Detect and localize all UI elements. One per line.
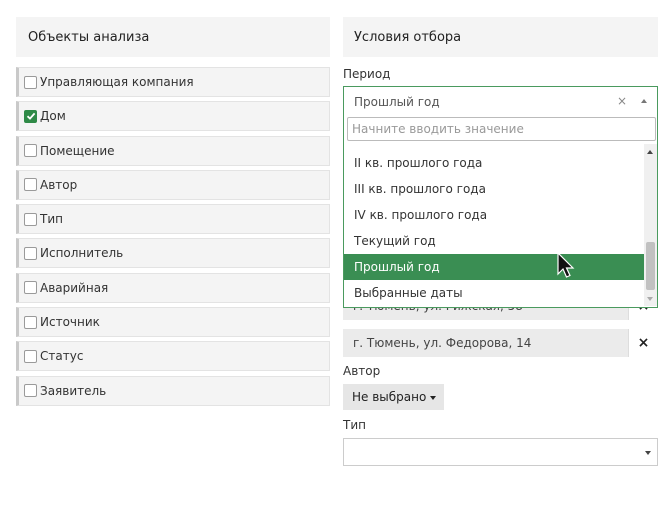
period-option[interactable]: III кв. прошлого года — [344, 176, 644, 202]
checkbox[interactable] — [24, 246, 37, 260]
object-item-label: Аварийная — [40, 280, 109, 295]
analysis-objects-panel: Объекты анализа Управляющая компания Дом… — [16, 17, 330, 410]
period-label: Период — [343, 67, 391, 81]
object-item-label: Заявитель — [40, 383, 107, 398]
analysis-objects-list: Управляющая компания Дом Помещение Автор… — [16, 67, 330, 406]
scroll-up-arrow-icon[interactable] — [647, 150, 653, 154]
period-option[interactable]: Прошлый год — [344, 254, 644, 280]
checkbox[interactable] — [24, 384, 37, 398]
object-item-executor[interactable]: Исполнитель — [16, 238, 330, 269]
object-item-applicant[interactable]: Заявитель — [16, 375, 330, 406]
filter-conditions-panel: Условия отбора Период Прошлый год × II к… — [343, 17, 658, 466]
analysis-objects-title: Объекты анализа — [16, 17, 330, 57]
period-option[interactable]: Текущий год — [344, 228, 644, 254]
checkbox[interactable] — [24, 315, 37, 329]
object-item-status[interactable]: Статус — [16, 341, 330, 372]
object-item-source[interactable]: Источник — [16, 307, 330, 338]
period-dropdown: II кв. прошлого года III кв. прошлого го… — [343, 116, 658, 308]
object-item-emergency[interactable]: Аварийная — [16, 272, 330, 303]
remove-house-button[interactable]: × — [628, 329, 658, 357]
chevron-down-icon[interactable] — [645, 451, 651, 455]
object-item-house[interactable]: Дом — [16, 101, 330, 132]
checkbox[interactable] — [24, 178, 37, 192]
period-option[interactable]: II кв. прошлого года — [344, 150, 644, 176]
object-item-label: Управляющая компания — [40, 75, 194, 89]
period-option[interactable]: IV кв. прошлого года — [344, 202, 644, 228]
mouse-cursor-icon — [557, 252, 575, 278]
object-item-author[interactable]: Автор — [16, 169, 330, 200]
chevron-up-icon[interactable] — [641, 99, 647, 103]
clear-icon[interactable]: × — [617, 94, 627, 108]
selected-house-address: г. Тюмень, ул. Федорова, 14 — [353, 336, 532, 350]
checkbox[interactable] — [24, 109, 37, 123]
object-item-label: Автор — [40, 177, 78, 192]
object-item-management-company[interactable]: Управляющая компания — [16, 67, 330, 97]
type-label: Тип — [343, 418, 366, 432]
checkbox[interactable] — [24, 75, 37, 89]
period-search-input[interactable] — [347, 117, 656, 141]
checkbox[interactable] — [24, 281, 37, 295]
period-options-list: II кв. прошлого года III кв. прошлого го… — [344, 150, 644, 306]
author-button-label: Не выбрано — [352, 390, 427, 404]
object-item-label: Помещение — [40, 143, 115, 158]
object-item-label: Тип — [40, 212, 63, 227]
object-item-label: Дом — [40, 109, 66, 124]
object-item-type[interactable]: Тип — [16, 204, 330, 235]
period-selected-value: Прошлый год — [354, 94, 440, 109]
period-select[interactable]: Прошлый год × — [343, 86, 658, 116]
check-icon — [26, 113, 35, 121]
scroll-down-arrow-icon[interactable] — [647, 297, 653, 301]
object-item-label: Исполнитель — [40, 246, 124, 261]
object-item-label: Источник — [40, 315, 100, 330]
scrollbar-thumb[interactable] — [646, 242, 655, 290]
selected-house-tag: г. Тюмень, ул. Федорова, 14 × — [343, 329, 658, 357]
filter-conditions-title: Условия отбора — [343, 17, 658, 57]
checkbox[interactable] — [24, 212, 37, 226]
author-select-button[interactable]: Не выбрано — [343, 384, 444, 410]
checkbox[interactable] — [24, 144, 37, 158]
caret-down-icon — [430, 395, 437, 400]
checkbox[interactable] — [24, 349, 37, 363]
dropdown-scrollbar[interactable] — [644, 144, 657, 306]
type-select[interactable] — [343, 438, 658, 466]
period-option[interactable]: Выбранные даты — [344, 280, 644, 306]
author-label: Автор — [343, 364, 381, 378]
object-item-label: Статус — [40, 349, 84, 364]
object-item-premises[interactable]: Помещение — [16, 135, 330, 166]
